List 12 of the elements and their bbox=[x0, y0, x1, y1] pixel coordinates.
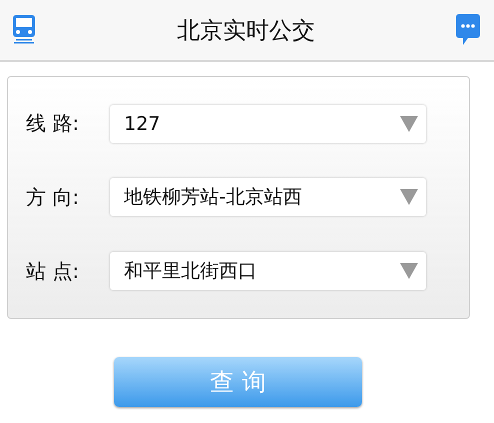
dropdown-arrow-icon bbox=[400, 116, 418, 132]
train-icon[interactable] bbox=[12, 15, 36, 45]
dropdown-arrow-icon bbox=[400, 263, 418, 280]
dropdown-arrow-icon bbox=[400, 189, 418, 206]
field-label: 线 路: bbox=[26, 110, 80, 138]
field-label: 站 点: bbox=[26, 258, 80, 285]
field-label: 方 向: bbox=[26, 184, 80, 211]
dropdown-field[interactable]: 127 bbox=[110, 104, 426, 143]
app-title: 北京实时公交 bbox=[177, 16, 315, 46]
dropdown-field[interactable]: 和平里北街西口 bbox=[110, 252, 426, 290]
dropdown-field[interactable]: 地铁柳芳站-北京站西 bbox=[110, 178, 426, 216]
chat-icon[interactable] bbox=[456, 14, 480, 46]
